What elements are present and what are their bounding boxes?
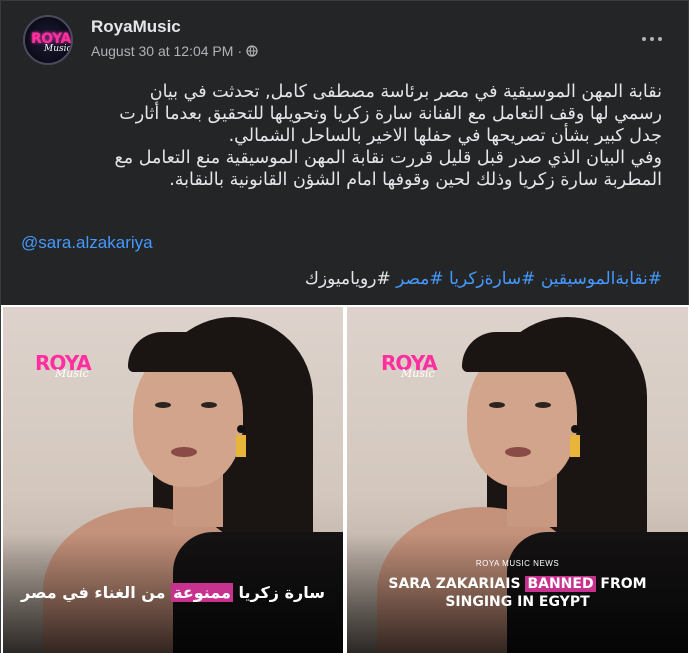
post-text-line: نقابة المهن الموسيقية في مصر برئاسة مصطف…	[149, 82, 662, 102]
post-images: ROYA Music سارة زكريا ممنوعة من الغناء ف…	[1, 305, 689, 653]
english-caption: SARA ZAKARIAIS BANNED FROM SINGING IN EG…	[347, 575, 688, 611]
logo-subtext: Music	[55, 367, 89, 380]
hair-front-shape	[128, 332, 248, 372]
post-text-line: وفي البيان الذي صدر قبل قليل قررت نقابة …	[114, 148, 662, 168]
roya-music-logo: ROYA Music	[381, 351, 438, 380]
more-dots-icon[interactable]	[634, 21, 670, 57]
earring-icon	[571, 425, 579, 433]
post-text: نقابة المهن الموسيقية في مصر برئاسة مصطف…	[21, 81, 662, 191]
caption-part: SARA ZAKARIAIS	[388, 576, 526, 592]
logo-subtext: Music	[401, 367, 435, 380]
meta-separator: ·	[237, 43, 243, 59]
caption-line: SARA ZAKARIAIS BANNED FROM	[347, 575, 688, 593]
avatar-logo-subtext: Music	[44, 44, 72, 54]
caption-part: FROM	[595, 576, 647, 592]
photo-english-caption[interactable]: ROYA Music ROYA MUSIC NEWS SARA ZAKARIAI…	[347, 307, 688, 653]
roya-music-logo: ROYA Music	[35, 351, 92, 380]
post-meta: August 30 at 12:04 PM ·	[91, 43, 258, 59]
hashtag-link[interactable]: #مصر	[396, 269, 443, 289]
earring-icon	[570, 435, 580, 457]
page-avatar[interactable]: ROYA Music	[23, 15, 73, 65]
news-label: ROYA MUSIC NEWS	[475, 559, 560, 568]
lips-shape	[171, 447, 197, 457]
post-header: ROYA Music RoyaMusic August 30 at 12:04 …	[23, 15, 670, 65]
eye-shape	[201, 402, 217, 408]
caption-highlight: ممنوعة	[171, 583, 233, 602]
earring-icon	[236, 435, 246, 457]
earring-icon	[237, 425, 245, 433]
lips-shape	[505, 447, 531, 457]
caption-part: سارة زكريا	[232, 583, 325, 602]
post-text-line: جدل كبير بشأن تصريحها في حفلها الاخير با…	[228, 126, 662, 146]
hashtag-plain[interactable]: #روياميوزك	[305, 269, 391, 289]
caption-line: SINGING IN EGYPT	[445, 594, 590, 610]
hashtag-link[interactable]: #سارةزكريا	[449, 269, 535, 289]
arabic-caption: سارة زكريا ممنوعة من الغناء في مصر	[3, 583, 343, 602]
eye-shape	[489, 402, 505, 408]
hashtag-link[interactable]: #نقابةالموسيقين	[541, 269, 662, 289]
post-text-line: رسمي لها وقف التعامل مع الفنانة سارة زكر…	[119, 104, 662, 124]
post-timestamp[interactable]: August 30 at 12:04 PM	[91, 43, 233, 59]
eye-shape	[535, 402, 551, 408]
page-name-link[interactable]: RoyaMusic	[91, 17, 181, 37]
post-text-line: المطربة سارة زكريا وذلك لحين وقوفها امام…	[169, 170, 662, 190]
caption-part: من الغناء في مصر	[21, 583, 172, 602]
hair-front-shape	[462, 332, 582, 372]
facebook-post: ROYA Music RoyaMusic August 30 at 12:04 …	[0, 0, 689, 653]
mention-link[interactable]: @sara.alzakariya	[21, 233, 153, 253]
globe-icon[interactable]	[246, 45, 258, 57]
hashtag-row: #نقابةالموسيقين #سارةزكريا #مصر #روياميو…	[305, 269, 662, 289]
caption-highlight: BANNED	[525, 576, 596, 592]
eye-shape	[155, 402, 171, 408]
photo-arabic-caption[interactable]: ROYA Music سارة زكريا ممنوعة من الغناء ف…	[3, 307, 343, 653]
